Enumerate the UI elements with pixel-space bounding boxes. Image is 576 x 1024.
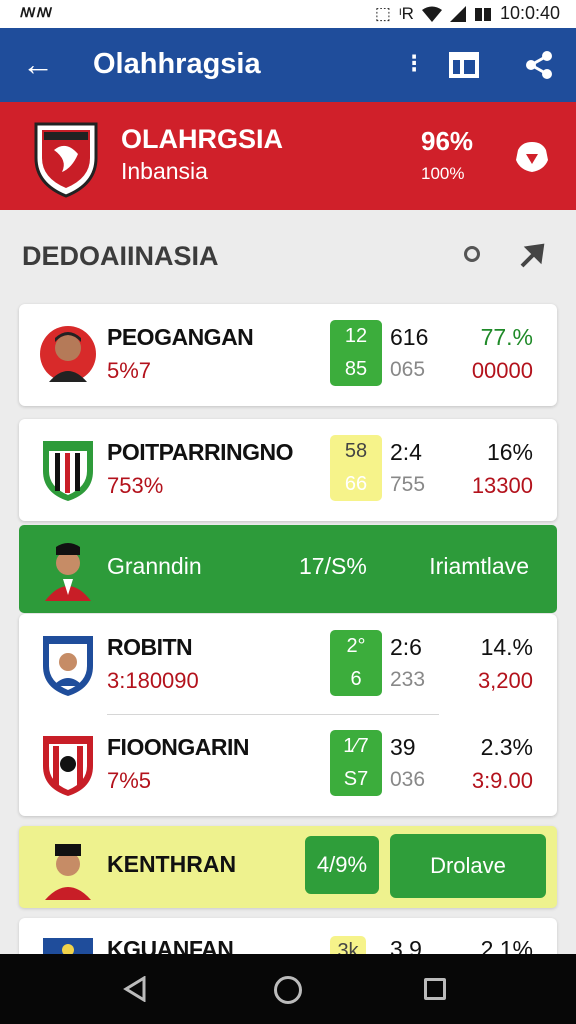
rate-bottom: 3:9.00 — [471, 768, 533, 793]
section-title: DEDOAIINASIA — [22, 241, 219, 271]
stat-top: 2:4 — [390, 439, 422, 465]
player-name: FIOONGARIN — [107, 734, 249, 760]
rate-top: 2.3% — [480, 734, 533, 760]
table-row[interactable]: ROBITN 3:180090 2° 6 2:6 233 14.% 3,200 — [19, 614, 557, 714]
player-sub: 7%5 — [107, 768, 152, 793]
favorite-badge-icon[interactable] — [514, 138, 550, 174]
highlight-banner[interactable]: Granndin 17/S% Iriamtlave — [19, 525, 557, 613]
score-box: 2° 6 — [330, 630, 382, 696]
clock: 10:0:40 — [499, 3, 560, 23]
player-name: PEOGANGAN — [107, 324, 254, 350]
team-pct-top: 96% — [421, 126, 474, 156]
more-options-icon[interactable]: ⁝ — [410, 48, 418, 79]
score-bottom: 85 — [344, 358, 368, 380]
team-crest-icon — [34, 122, 98, 198]
table-row[interactable]: FIOONGARIN 7%5 1⁄7 S7 39 036 2.3% 3:9.00 — [19, 714, 557, 814]
rate-bottom: 13300 — [471, 473, 533, 498]
nav-back-icon[interactable] — [122, 976, 148, 1002]
cell-icon — [449, 5, 466, 22]
app-bar: ← Olahhragsia ⁝ — [0, 28, 576, 102]
system-nav-bar — [0, 954, 576, 1024]
rate-top: 77.% — [480, 324, 533, 350]
score-bottom: 66 — [344, 473, 368, 495]
player-sub: 753% — [107, 473, 164, 498]
rate-bottom: 3,200 — [477, 668, 533, 693]
rate-top: 14.% — [480, 634, 533, 660]
rate-bottom: 00000 — [471, 358, 533, 383]
score-box: 58 66 — [330, 435, 382, 501]
status-bar: ꟿꟿ ⬚ ᶦR 10:0:40 — [0, 0, 576, 28]
score-top: 58 — [344, 440, 368, 462]
player-card[interactable]: POITPARRINGNO 753% 58 66 2:4 755 16% 133… — [19, 419, 557, 521]
book-icon[interactable] — [449, 52, 479, 78]
featured-name: KENTHRAN — [107, 851, 237, 877]
score-bottom: 6 — [350, 668, 362, 690]
player-card[interactable]: PEOGANGAN 5%7 12 85 616 065 77.% 00000 — [19, 304, 557, 406]
stat-bottom: 233 — [390, 668, 426, 691]
stat-bottom: 755 — [390, 473, 426, 496]
club-crest-icon — [43, 636, 93, 696]
banner-pct: 17/S% — [299, 553, 367, 579]
player-card[interactable]: ROBITN 3:180090 2° 6 2:6 233 14.% 3,200 … — [19, 614, 557, 816]
club-crest-icon — [43, 736, 93, 796]
status-icons: ⬚ ᶦR 10:0:40 — [375, 3, 560, 24]
player-avatar — [45, 543, 91, 601]
table-row[interactable]: PEOGANGAN 5%7 12 85 616 065 77.% 00000 — [19, 304, 557, 404]
back-arrow-icon[interactable]: ← — [22, 46, 54, 82]
featured-pct: 4/9% — [305, 836, 379, 894]
nav-recent-apps-icon[interactable] — [424, 978, 446, 1000]
signal-icon: ᶦR — [398, 3, 414, 23]
banner-label: Iriamtlave — [429, 553, 529, 579]
stat-top: 2:6 — [390, 634, 422, 660]
player-sub: 3:180090 — [107, 668, 199, 693]
arrow-forward-icon[interactable] — [518, 240, 548, 270]
score-box: 1⁄7 S7 — [330, 730, 382, 796]
status-app-icon: ꟿꟿ — [20, 5, 54, 20]
nav-home-icon[interactable] — [274, 976, 302, 1004]
banner-name: Granndin — [107, 553, 202, 579]
team-subtitle: Inbansia — [121, 158, 208, 184]
wifi-icon — [421, 6, 442, 22]
stat-top: 616 — [390, 324, 429, 350]
team-name: OLAHRGSIA — [121, 124, 283, 154]
battery-icon — [474, 7, 491, 21]
player-avatar — [45, 844, 91, 900]
team-banner: OLAHRGSIA Inbansia 96% 100% — [0, 102, 576, 210]
score-box: 12 85 — [330, 320, 382, 386]
player-card[interactable]: KGUANFAN 3k 3.9 2.1% — [19, 918, 557, 958]
team-pct-bottom: 100% — [421, 164, 465, 183]
score-top: 12 — [344, 325, 368, 347]
stat-bottom: 036 — [390, 768, 426, 791]
stat-bottom: 065 — [390, 358, 426, 381]
rate-top: 16% — [486, 439, 533, 465]
player-avatar — [40, 326, 96, 382]
player-name: ROBITN — [107, 634, 193, 660]
circle-icon[interactable] — [464, 246, 480, 262]
section-header: DEDOAIINASIA — [0, 210, 576, 300]
player-sub: 5%7 — [107, 358, 152, 383]
score-top: 1⁄7 — [343, 735, 369, 757]
score-bottom: S7 — [343, 768, 369, 790]
club-crest-icon — [43, 441, 93, 501]
featured-action-button[interactable]: Drolave — [390, 834, 546, 898]
player-name: POITPARRINGNO — [107, 439, 294, 465]
featured-player-card[interactable]: KENTHRAN 4/9% Drolave — [19, 826, 557, 908]
score-top: 2° — [346, 635, 366, 657]
stat-top: 39 — [390, 734, 416, 760]
table-row[interactable]: POITPARRINGNO 753% 58 66 2:4 755 16% 133… — [19, 419, 557, 519]
nfc-icon: ⬚ — [374, 3, 391, 23]
share-icon[interactable] — [524, 50, 554, 80]
app-title: Olahhragsia — [93, 48, 261, 80]
